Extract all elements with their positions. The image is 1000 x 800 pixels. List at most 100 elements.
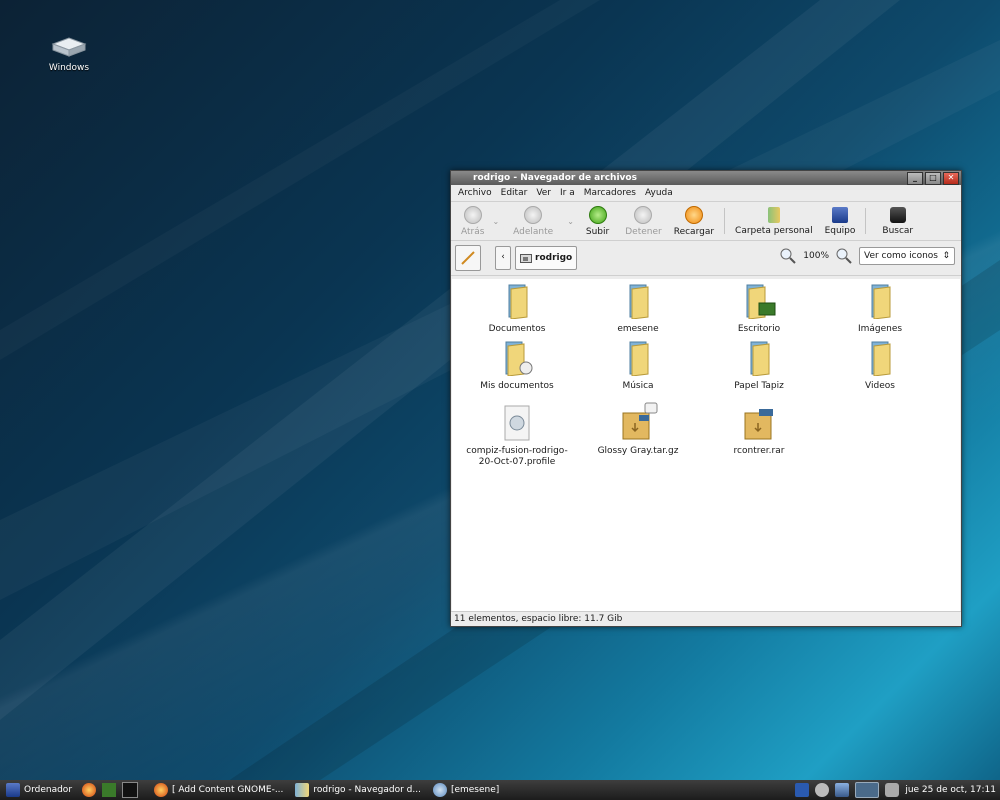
- minimize-button[interactable]: _: [907, 172, 923, 185]
- file-item[interactable]: Documentos: [462, 283, 572, 335]
- firefox-launcher-icon[interactable]: [82, 783, 97, 797]
- file-item[interactable]: Imágenes: [825, 283, 935, 335]
- task-add-content[interactable]: [ Add Content GNOME-...: [148, 781, 289, 799]
- up-arrow-icon: [588, 205, 607, 224]
- breadcrumb-label: rodrigo: [535, 253, 573, 263]
- binoculars-icon: [889, 206, 906, 223]
- file-label: Mis documentos: [480, 381, 554, 391]
- zoom-in-icon[interactable]: [835, 247, 853, 265]
- toolbar-separator: [865, 208, 867, 234]
- file-item[interactable]: Videos: [825, 340, 935, 392]
- path-back-button[interactable]: ‹: [495, 246, 511, 270]
- file-item[interactable]: Música: [583, 340, 693, 392]
- file-item[interactable]: rcontrer.rar: [704, 405, 814, 457]
- file-label: compiz-fusion-rodrigo-20-Oct-07.profile: [466, 446, 568, 467]
- firefox-icon: [154, 783, 169, 797]
- back-button[interactable]: Atrás: [455, 203, 490, 239]
- stop-icon: [634, 205, 653, 224]
- forward-button[interactable]: Adelante: [501, 203, 565, 239]
- select-arrows-icon: ⇕: [942, 251, 950, 261]
- terminal-launcher-icon[interactable]: [122, 782, 139, 798]
- file-label: rcontrer.rar: [733, 446, 785, 456]
- desktop-icon-label: Windows: [48, 63, 90, 73]
- breadcrumb[interactable]: rodrigo: [515, 246, 578, 270]
- location-bar: ‹ rodrigo 100% Ver como iconos ⇕: [451, 241, 961, 276]
- workspace-switcher-icon[interactable]: [855, 782, 880, 798]
- volume-icon[interactable]: [885, 783, 900, 797]
- taskbar: Ordenador [ Add Content GNOME-... rodrig…: [0, 780, 1000, 800]
- system-tray: jue 25 de oct, 17:11: [795, 782, 1000, 798]
- clock[interactable]: jue 25 de oct, 17:11: [905, 785, 996, 795]
- forward-history-arrow-icon[interactable]: ⌄: [567, 217, 574, 226]
- menu-editar[interactable]: Editar: [501, 188, 528, 198]
- file-item[interactable]: compiz-fusion-rodrigo-20-Oct-07.profile: [462, 405, 572, 468]
- file-label: Escritorio: [737, 324, 781, 334]
- computer-button[interactable]: Equipo: [819, 203, 862, 239]
- user-icon[interactable]: [815, 783, 830, 797]
- zoom-out-icon[interactable]: [779, 247, 797, 265]
- task-file-manager[interactable]: rodrigo - Navegador d...: [289, 781, 427, 799]
- file-label: Videos: [865, 381, 895, 391]
- view-mode-value: Ver como iconos: [864, 251, 938, 261]
- task-label: rodrigo - Navegador d...: [313, 785, 421, 795]
- icon-view[interactable]: Documentos emesene Escritorio Imágenes M…: [452, 279, 960, 611]
- file-label: Papel Tapiz: [734, 381, 784, 391]
- view-mode-select[interactable]: Ver como iconos ⇕: [859, 247, 955, 265]
- home-label: Carpeta personal: [735, 225, 813, 236]
- file-manager-window[interactable]: rodrigo - Navegador de archivos _ □ ✕ Ar…: [450, 170, 962, 627]
- stop-button[interactable]: Detener: [619, 203, 667, 239]
- system-monitor-launcher-icon[interactable]: [102, 783, 117, 797]
- up-label: Subir: [585, 226, 610, 237]
- folder-icon: [629, 284, 649, 320]
- desktop-folder-icon: [746, 284, 776, 320]
- start-menu-button[interactable]: Ordenador: [0, 781, 78, 799]
- folder-icon: [871, 341, 891, 377]
- reload-label: Recargar: [673, 226, 715, 237]
- folder-icon: [629, 341, 649, 377]
- search-label: Buscar: [882, 225, 914, 236]
- menubar: Archivo Editar Ver Ir a Marcadores Ayuda: [451, 185, 961, 202]
- task-emesene[interactable]: [emesene]: [427, 781, 505, 799]
- forward-icon: [524, 205, 543, 224]
- network-icon[interactable]: [835, 783, 850, 797]
- close-button[interactable]: ✕: [943, 172, 959, 185]
- task-label: [emesene]: [450, 785, 500, 795]
- file-item[interactable]: emesene: [583, 283, 693, 335]
- computer-icon: [831, 206, 848, 223]
- window-titlebar[interactable]: rodrigo - Navegador de archivos _ □ ✕: [451, 171, 961, 185]
- desktop-icon-windows[interactable]: Windows: [44, 34, 94, 73]
- menu-marcadores[interactable]: Marcadores: [584, 188, 636, 198]
- file-item[interactable]: Escritorio: [704, 283, 814, 335]
- folder-icon: [508, 284, 528, 320]
- file-item[interactable]: Glossy Gray.tar.gz: [583, 401, 693, 457]
- up-button[interactable]: Subir: [576, 203, 619, 239]
- archive-icon: [744, 409, 773, 440]
- menu-ayuda[interactable]: Ayuda: [645, 188, 673, 198]
- tray-app-icon[interactable]: [795, 783, 810, 797]
- maximize-button[interactable]: □: [925, 172, 941, 185]
- computer-icon: [6, 783, 20, 797]
- search-button[interactable]: Buscar: [870, 203, 925, 239]
- pencil-icon: [461, 251, 475, 265]
- file-item[interactable]: Papel Tapiz: [704, 340, 814, 392]
- file-label: Música: [622, 381, 654, 391]
- file-label: Documentos: [488, 324, 546, 334]
- menu-archivo[interactable]: Archivo: [458, 188, 492, 198]
- file-label: Glossy Gray.tar.gz: [597, 446, 679, 456]
- menu-ver[interactable]: Ver: [536, 188, 551, 198]
- document-icon: [504, 405, 530, 441]
- menu-ir-a[interactable]: Ir a: [560, 188, 575, 198]
- back-history-arrow-icon[interactable]: ⌄: [492, 217, 499, 226]
- home-button[interactable]: Carpeta personal: [729, 203, 819, 239]
- home-folder-icon: [767, 206, 780, 223]
- back-label: Atrás: [461, 226, 485, 237]
- file-item[interactable]: Mis documentos: [462, 340, 572, 392]
- window-title: rodrigo - Navegador de archivos: [473, 173, 637, 183]
- forward-label: Adelante: [513, 226, 554, 237]
- emesene-icon: [432, 783, 447, 797]
- drive-icon: [51, 37, 87, 57]
- edit-location-button[interactable]: [455, 245, 481, 271]
- task-label: [ Add Content GNOME-...: [172, 785, 284, 795]
- status-bar: 11 elementos, espacio libre: 11.7 Gib: [451, 611, 961, 626]
- reload-button[interactable]: Recargar: [668, 203, 720, 239]
